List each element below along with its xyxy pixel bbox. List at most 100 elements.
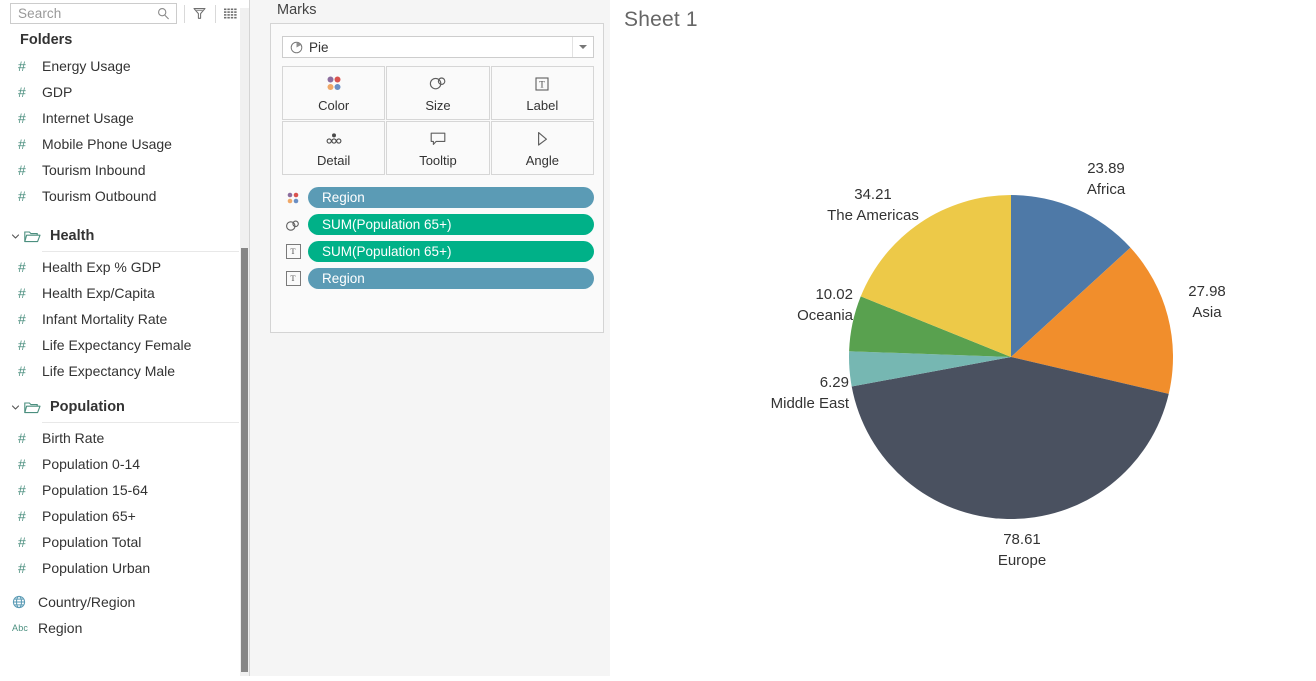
- pill-sum-population65-size[interactable]: SUM(Population 65+): [308, 214, 594, 235]
- marks-tooltip-button[interactable]: Tooltip: [386, 121, 490, 175]
- field-item[interactable]: # Infant Mortality Rate: [0, 306, 249, 332]
- measure-hash-icon: #: [18, 162, 26, 178]
- measure-hash-icon: #: [18, 136, 26, 152]
- field-item[interactable]: # Tourism Outbound: [0, 183, 249, 209]
- field-label: Tourism Outbound: [42, 188, 157, 204]
- chevron-down-icon[interactable]: [572, 37, 593, 57]
- field-item[interactable]: # Tourism Inbound: [0, 157, 249, 183]
- field-item[interactable]: # Mobile Phone Usage: [0, 131, 249, 157]
- marks-size-label: Size: [425, 97, 451, 113]
- pie-label-europe: 78.61 Europe: [997, 531, 1047, 569]
- grid-view-icon[interactable]: [221, 5, 239, 23]
- field-item[interactable]: # Population 65+: [0, 503, 249, 529]
- data-pane-scrollbar-thumb[interactable]: [241, 248, 248, 672]
- marks-pill-row[interactable]: T Region: [282, 265, 594, 292]
- field-item[interactable]: # Life Expectancy Female: [0, 332, 249, 358]
- field-item[interactable]: # Population Urban: [0, 555, 249, 581]
- field-item[interactable]: # Population 15-64: [0, 477, 249, 503]
- field-label: Mobile Phone Usage: [42, 136, 172, 152]
- field-item[interactable]: # GDP: [0, 79, 249, 105]
- marks-title: Marks: [277, 2, 317, 18]
- field-label: Life Expectancy Male: [42, 363, 176, 379]
- marks-label-label: Label: [526, 97, 559, 113]
- color-dots-icon: [324, 74, 344, 94]
- pill-region-color[interactable]: Region: [308, 187, 594, 208]
- marks-label-button[interactable]: T Label: [490, 66, 594, 120]
- field-label: Internet Usage: [42, 110, 134, 126]
- search-input[interactable]: Search: [10, 3, 178, 24]
- chevron-down-icon[interactable]: [9, 232, 21, 241]
- field-item[interactable]: # Population Total: [0, 529, 249, 555]
- field-item[interactable]: # Energy Usage: [0, 53, 249, 79]
- field-label: Population 65+: [42, 508, 136, 524]
- pie-label-middle-east: 6.29 Middle East: [770, 374, 849, 412]
- pie-label-the-americas: 34.21 The Americas: [827, 186, 919, 224]
- pie-chart-icon: [290, 41, 303, 54]
- filter-icon[interactable]: [190, 5, 208, 23]
- label-text-icon: T: [282, 271, 304, 286]
- toolbar-divider-1: [184, 4, 186, 23]
- pie-label-asia: 27.98 Asia: [1188, 283, 1226, 321]
- pie-chart-svg[interactable]: [610, 0, 1316, 676]
- measure-hash-icon: #: [18, 534, 26, 550]
- measure-hash-icon: #: [18, 337, 26, 353]
- field-label: Tourism Inbound: [42, 162, 146, 178]
- measure-hash-icon: #: [18, 259, 26, 275]
- size-circles-icon: [282, 217, 304, 233]
- measure-hash-icon: #: [18, 58, 26, 74]
- field-item[interactable]: # Internet Usage: [0, 105, 249, 131]
- marks-pane: Marks Pie Color Size T Label Detail Tool…: [250, 0, 610, 676]
- tooltip-bubble-icon: [428, 129, 448, 149]
- field-item[interactable]: # Population 0-14: [0, 451, 249, 477]
- worksheet-view: Sheet 1 23.89 Africa 27.98 Asia 78.61 Eu…: [610, 0, 1316, 676]
- pie-chart[interactable]: 23.89 Africa 27.98 Asia 78.61 Europe 6.2…: [610, 0, 1316, 676]
- search-icon: [157, 7, 170, 20]
- detail-dots-icon: [323, 129, 345, 149]
- marks-size-button[interactable]: Size: [386, 66, 490, 120]
- label-text-icon: T: [533, 74, 551, 94]
- field-label: GDP: [42, 84, 73, 100]
- marks-color-button[interactable]: Color: [282, 66, 386, 120]
- field-item[interactable]: # Birth Rate: [0, 425, 249, 451]
- pill-region-label[interactable]: Region: [308, 268, 594, 289]
- measure-hash-icon: #: [18, 311, 26, 327]
- field-label: Population 15-64: [42, 482, 148, 498]
- marks-tooltip-label: Tooltip: [419, 152, 457, 168]
- field-item[interactable]: # Life Expectancy Male: [0, 358, 249, 384]
- mark-type-dropdown[interactable]: Pie: [282, 36, 594, 58]
- measure-hash-icon: #: [18, 110, 26, 126]
- field-item[interactable]: # Health Exp/Capita: [0, 280, 249, 306]
- chevron-down-icon[interactable]: [9, 403, 21, 412]
- folder-group-health[interactable]: Health: [0, 223, 249, 249]
- pie-label-africa: 23.89 Africa: [1086, 160, 1126, 198]
- measure-hash-icon: #: [18, 456, 26, 472]
- field-label: Birth Rate: [42, 430, 105, 446]
- marks-pill-row[interactable]: SUM(Population 65+): [282, 211, 594, 238]
- marks-buttons: Color Size T Label Detail Tooltip Angle: [282, 66, 594, 175]
- abc-text-icon: Abc: [12, 623, 29, 633]
- measure-hash-icon: #: [18, 188, 26, 204]
- measure-hash-icon: #: [18, 560, 26, 576]
- pill-sum-population65-label[interactable]: SUM(Population 65+): [308, 241, 594, 262]
- field-label: Health Exp % GDP: [42, 259, 162, 275]
- svg-text:T: T: [540, 79, 546, 89]
- measure-hash-icon: #: [18, 285, 26, 301]
- folder-label: Health: [50, 228, 95, 244]
- marks-detail-button[interactable]: Detail: [282, 121, 386, 175]
- marks-angle-button[interactable]: Angle: [490, 121, 594, 175]
- data-pane-toolbar: Search: [0, 0, 249, 27]
- field-item[interactable]: # Health Exp % GDP: [0, 254, 249, 280]
- measure-hash-icon: #: [18, 482, 26, 498]
- marks-pill-row[interactable]: Region: [282, 184, 594, 211]
- field-item-country-region[interactable]: Country/Region: [0, 589, 249, 615]
- field-tree[interactable]: Folders # Energy Usage # GDP # Internet …: [0, 27, 249, 676]
- folder-group-population[interactable]: Population: [0, 394, 249, 420]
- marks-pill-row[interactable]: T SUM(Population 65+): [282, 238, 594, 265]
- pie-label-oceania: 10.02 Oceania: [797, 286, 853, 324]
- marks-pill-list: Region SUM(Population 65+) T SUM(Populat…: [282, 184, 594, 292]
- folder-icon: [24, 401, 42, 414]
- divider: [42, 251, 239, 252]
- measure-hash-icon: #: [18, 363, 26, 379]
- marks-card: Pie Color Size T Label Detail Tooltip An…: [270, 23, 604, 333]
- field-item-region[interactable]: Abc Region: [0, 615, 249, 641]
